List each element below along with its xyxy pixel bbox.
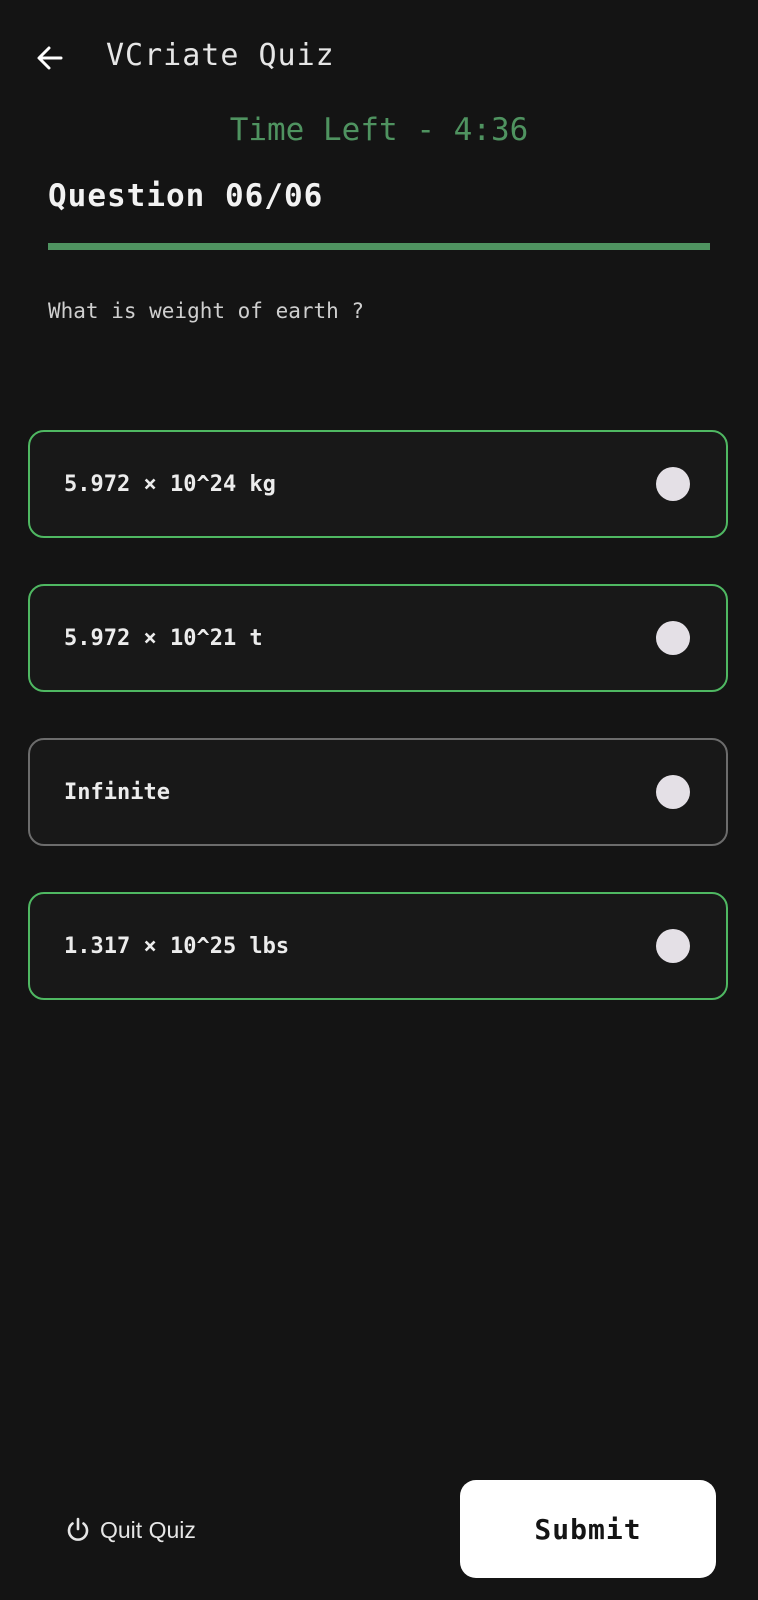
arrow-left-icon bbox=[37, 46, 63, 70]
option-1[interactable]: 5.972 × 10^24 kg bbox=[28, 430, 728, 538]
radio-button[interactable] bbox=[656, 621, 690, 655]
submit-button[interactable]: Submit bbox=[460, 1480, 716, 1578]
submit-label: Submit bbox=[534, 1512, 642, 1546]
option-label: 5.972 × 10^24 kg bbox=[64, 471, 276, 497]
option-label: 5.972 × 10^21 t bbox=[64, 625, 263, 651]
option-label: 1.317 × 10^25 lbs bbox=[64, 933, 290, 959]
progress-fill bbox=[48, 243, 710, 250]
app-title: VCriate Quiz bbox=[106, 38, 335, 73]
quit-quiz-label: Quit Quiz bbox=[100, 1516, 196, 1543]
question-counter: Question 06/06 bbox=[48, 178, 324, 214]
option-label: Infinite bbox=[64, 779, 170, 805]
option-3[interactable]: Infinite bbox=[28, 738, 728, 846]
radio-button[interactable] bbox=[656, 775, 690, 809]
radio-button[interactable] bbox=[656, 467, 690, 501]
app-bar: VCriate Quiz bbox=[0, 0, 758, 112]
question-text: What is weight of earth ? bbox=[48, 299, 365, 323]
option-4[interactable]: 1.317 × 10^25 lbs bbox=[28, 892, 728, 1000]
back-button[interactable] bbox=[30, 38, 70, 78]
question-progress-bar bbox=[48, 243, 710, 250]
power-icon bbox=[67, 1517, 89, 1541]
quit-quiz-button[interactable]: Quit Quiz bbox=[64, 1510, 196, 1550]
option-2[interactable]: 5.972 × 10^21 t bbox=[28, 584, 728, 692]
time-left-label: Time Left - 4:36 bbox=[229, 112, 529, 148]
radio-button[interactable] bbox=[656, 929, 690, 963]
